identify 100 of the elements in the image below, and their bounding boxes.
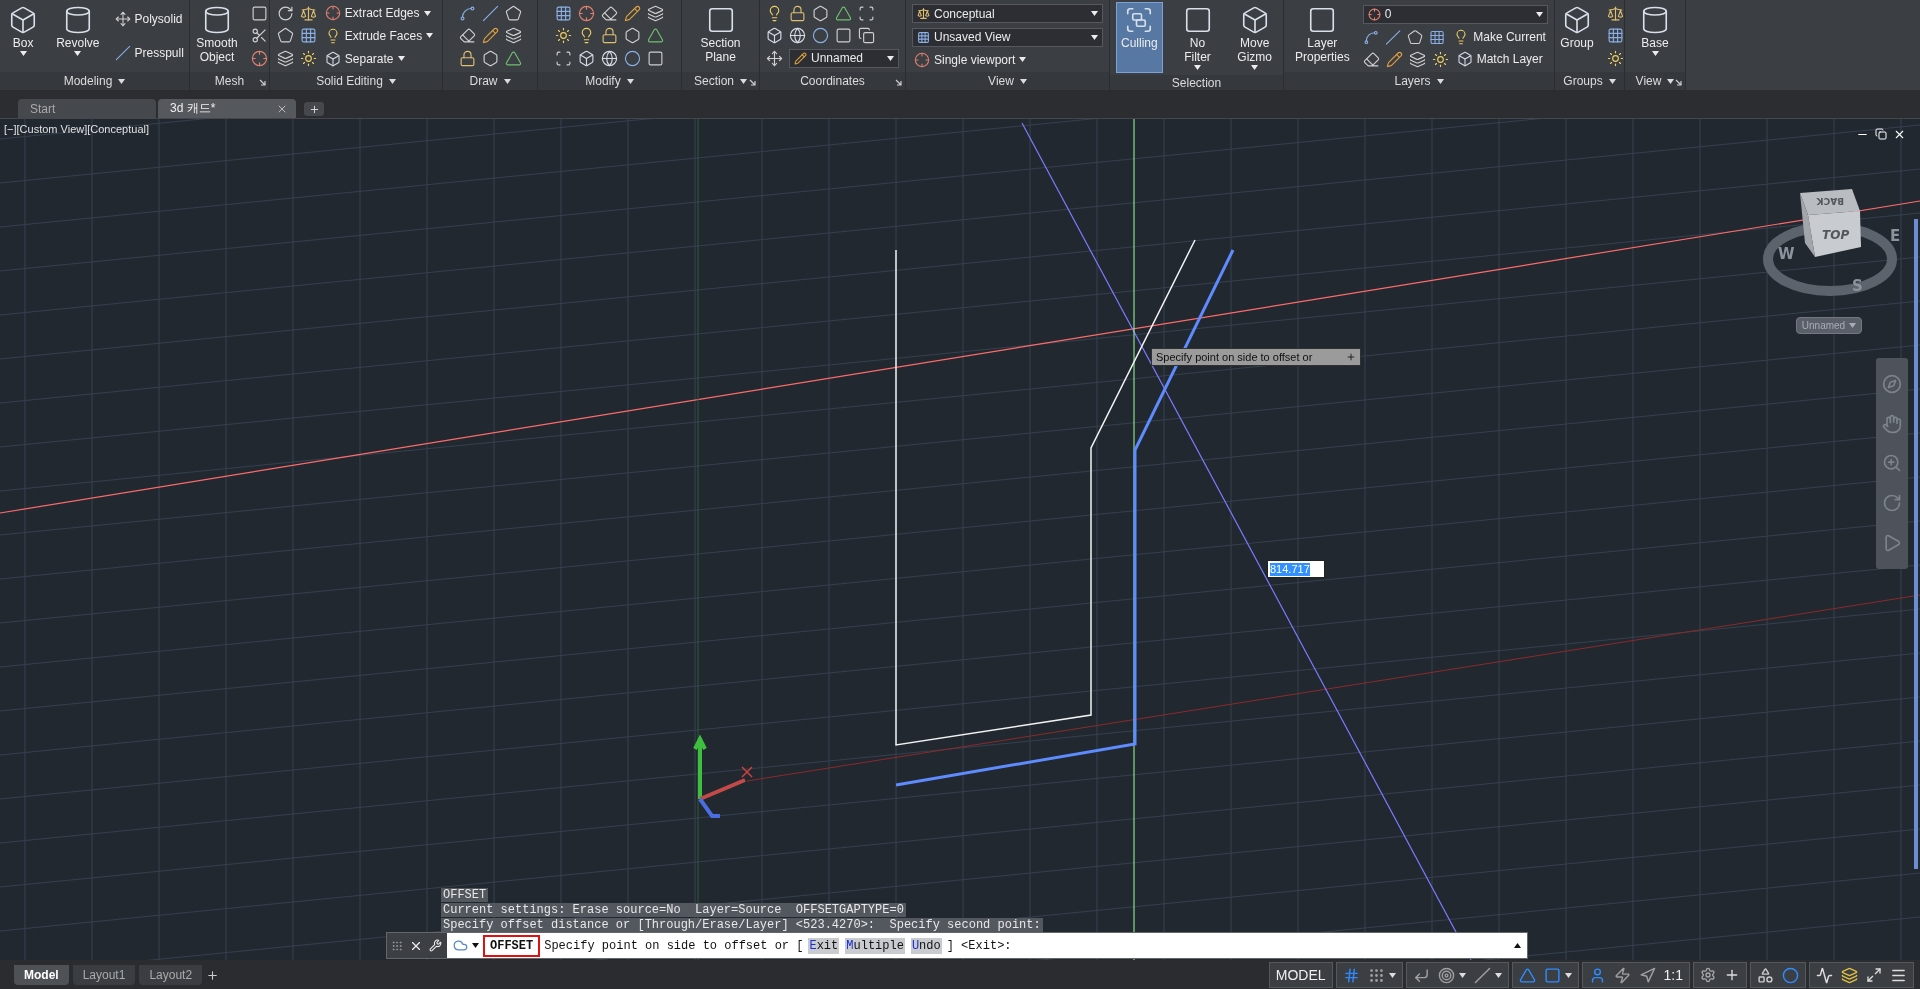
plus-icon[interactable] bbox=[1724, 967, 1740, 983]
ribbon-button[interactable]: Layer Properties bbox=[1290, 2, 1355, 70]
hexagon-icon[interactable] bbox=[624, 27, 641, 45]
pencil-icon[interactable] bbox=[624, 4, 641, 22]
circle-icon[interactable] bbox=[1782, 966, 1799, 984]
status-toggle[interactable] bbox=[1473, 966, 1502, 984]
dropdown[interactable]: 0 bbox=[1362, 4, 1548, 24]
grid-icon[interactable] bbox=[1429, 28, 1446, 46]
dropdown[interactable]: Unsaved View bbox=[912, 28, 1103, 47]
panel-title[interactable]: Coordinates bbox=[800, 74, 865, 88]
ribbon-button[interactable]: Base bbox=[1635, 2, 1675, 70]
pentagon-icon[interactable] bbox=[1407, 28, 1424, 46]
cloud-icon[interactable] bbox=[453, 938, 468, 953]
dropdown[interactable]: Unnamed bbox=[789, 48, 899, 68]
view-cube[interactable] bbox=[1800, 189, 1861, 257]
launcher-icon[interactable] bbox=[1675, 79, 1682, 86]
line-icon[interactable] bbox=[481, 4, 499, 22]
panel-title[interactable]: Mesh bbox=[214, 74, 245, 88]
status-toggle[interactable] bbox=[1367, 966, 1396, 984]
eraser-icon[interactable] bbox=[458, 27, 476, 45]
square-icon[interactable] bbox=[250, 4, 268, 22]
triangle-icon[interactable] bbox=[835, 4, 852, 22]
spline-icon[interactable] bbox=[1362, 28, 1379, 46]
layout-tab[interactable]: Layout1 bbox=[72, 965, 136, 985]
triangle-icon[interactable] bbox=[504, 50, 522, 68]
lock-icon[interactable] bbox=[458, 50, 476, 68]
ribbon-button[interactable]: Section Plane bbox=[695, 2, 746, 70]
scale-icon[interactable] bbox=[299, 4, 317, 22]
cube-icon[interactable] bbox=[766, 26, 783, 44]
pencil-icon[interactable] bbox=[1385, 50, 1403, 68]
circle-icon[interactable] bbox=[812, 26, 829, 44]
move-icon[interactable] bbox=[766, 49, 783, 67]
fullscreen-icon[interactable] bbox=[1866, 967, 1882, 983]
globe-icon[interactable] bbox=[601, 50, 618, 68]
crosshair-icon[interactable] bbox=[250, 50, 268, 68]
pencil-icon[interactable] bbox=[481, 27, 499, 45]
ribbon-button[interactable]: Box bbox=[3, 2, 44, 70]
ribbon-button[interactable]: No Filter bbox=[1170, 2, 1225, 73]
status-toggle[interactable] bbox=[1543, 966, 1572, 984]
ribbon-button[interactable]: Culling bbox=[1116, 2, 1163, 73]
close-icon[interactable] bbox=[1893, 128, 1906, 141]
panel-title[interactable]: Selection bbox=[1171, 75, 1222, 90]
graph-icon[interactable] bbox=[1816, 966, 1833, 984]
tool-button[interactable]: Make Current bbox=[1451, 29, 1548, 45]
layers-icon[interactable] bbox=[504, 27, 522, 45]
ribbon-button[interactable]: Move Gizmo bbox=[1232, 2, 1277, 73]
ribbon-button[interactable]: Group bbox=[1555, 2, 1599, 70]
eraser-icon[interactable] bbox=[601, 4, 618, 22]
scale-icon[interactable] bbox=[1606, 4, 1624, 22]
file-tab[interactable]: Start bbox=[18, 99, 156, 118]
grip-icon[interactable] bbox=[391, 939, 403, 952]
tool-button[interactable]: Match Layer bbox=[1454, 51, 1545, 67]
status-toggle[interactable] bbox=[1638, 966, 1656, 984]
hexagon-icon[interactable] bbox=[481, 50, 499, 68]
scissors-icon[interactable] bbox=[250, 27, 268, 45]
spline-icon[interactable] bbox=[458, 4, 476, 22]
panel-title[interactable]: View bbox=[1635, 74, 1662, 88]
panel-title[interactable]: Modeling bbox=[63, 74, 113, 88]
line-icon[interactable] bbox=[1384, 28, 1401, 46]
pentagon-icon[interactable] bbox=[276, 27, 294, 45]
command-option[interactable]: Exit bbox=[808, 937, 840, 954]
triangle-icon[interactable] bbox=[647, 27, 664, 45]
panel-title[interactable]: Groups bbox=[1563, 74, 1603, 88]
viewport-label[interactable]: [−][Custom View][Conceptual] bbox=[4, 123, 149, 135]
ribbon-button[interactable]: Revolve bbox=[51, 2, 105, 70]
rotate-icon[interactable] bbox=[276, 4, 294, 22]
cube-face-label[interactable]: BACK bbox=[1816, 196, 1844, 206]
grid-icon[interactable] bbox=[555, 4, 572, 22]
model-space-button[interactable]: MODEL bbox=[1268, 962, 1333, 988]
pentagon-icon[interactable] bbox=[504, 4, 522, 22]
gear-icon[interactable] bbox=[1700, 967, 1716, 983]
expand-icon[interactable] bbox=[1346, 352, 1356, 362]
tool-button[interactable]: Extrude Faces bbox=[322, 28, 436, 44]
compass-letter[interactable]: E bbox=[1890, 227, 1900, 245]
ribbon-button[interactable]: Smooth Object bbox=[191, 2, 243, 70]
frame-icon[interactable] bbox=[555, 50, 572, 68]
dropdown[interactable]: Conceptual bbox=[912, 4, 1103, 24]
frame-icon[interactable] bbox=[858, 4, 875, 22]
globe-icon[interactable] bbox=[789, 26, 806, 44]
crosshair-icon[interactable] bbox=[578, 4, 595, 22]
layers-icon[interactable] bbox=[1841, 966, 1858, 984]
launcher-icon[interactable] bbox=[895, 79, 902, 86]
status-toggle[interactable] bbox=[1437, 966, 1466, 984]
hexagon-icon[interactable] bbox=[812, 4, 829, 22]
lock-icon[interactable] bbox=[789, 4, 806, 22]
tool-button[interactable]: Presspull bbox=[112, 45, 186, 61]
status-toggle[interactable] bbox=[1613, 966, 1631, 984]
grid-icon[interactable] bbox=[299, 27, 317, 45]
sun-icon[interactable] bbox=[299, 50, 317, 68]
panel-title[interactable]: Solid Editing bbox=[316, 74, 383, 88]
panel-title[interactable]: Draw bbox=[469, 74, 498, 88]
status-toggle[interactable] bbox=[1518, 966, 1536, 984]
lock-icon[interactable] bbox=[601, 27, 618, 45]
restore-icon[interactable] bbox=[1875, 128, 1887, 140]
tool-button[interactable]: Separate bbox=[322, 50, 407, 67]
shapes-icon[interactable] bbox=[1757, 966, 1774, 984]
compass-letter[interactable]: W bbox=[1778, 245, 1795, 263]
cube-icon[interactable] bbox=[578, 50, 595, 68]
launcher-icon[interactable] bbox=[749, 79, 756, 86]
layers-icon[interactable] bbox=[1408, 50, 1426, 68]
